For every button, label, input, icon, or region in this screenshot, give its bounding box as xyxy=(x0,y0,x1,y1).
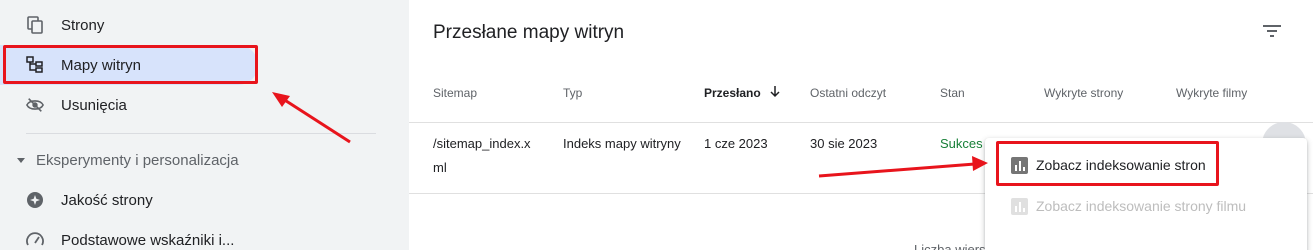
sidebar-section-experiments[interactable]: Eksperymenty i personalizacja xyxy=(0,144,400,176)
gauge-icon xyxy=(26,231,44,249)
column-header-label: Przesłano xyxy=(704,86,761,100)
sidebar-item-core-web-vitals[interactable]: Podstawowe wskaźniki i... xyxy=(0,220,400,250)
sidebar-item-strony[interactable]: Strony xyxy=(0,5,400,45)
filter-icon[interactable] xyxy=(1262,22,1282,40)
column-header-discovered-videos[interactable]: Wykryte filmy xyxy=(1176,86,1247,100)
column-header-discovered-pages[interactable]: Wykryte strony xyxy=(1044,86,1123,100)
cell-last-read: 30 sie 2023 xyxy=(810,136,878,151)
cell-submitted: 1 cze 2023 xyxy=(704,136,768,151)
chevron-down-icon xyxy=(17,157,25,163)
sidebar-section-label: Eksperymenty i personalizacja xyxy=(36,151,239,169)
column-header-status[interactable]: Stan xyxy=(940,86,965,100)
rows-per-page-label: Liczba wiersz xyxy=(914,242,993,250)
sidebar: Strony Mapy witryn Usunięcia Eksperyment… xyxy=(0,0,400,250)
column-header-submitted[interactable]: Przesłano xyxy=(704,86,780,101)
arrow-down-icon xyxy=(770,86,780,101)
cell-status: Sukces xyxy=(940,136,983,151)
sidebar-divider xyxy=(26,133,376,134)
menu-item-view-video-indexing[interactable]: Zobacz indeksowanie strony filmu xyxy=(985,186,1307,226)
menu-item-label: Zobacz indeksowanie strony filmu xyxy=(1036,198,1247,214)
column-header-sitemap[interactable]: Sitemap xyxy=(433,86,477,100)
sidebar-item-label: Jakość strony xyxy=(61,191,153,209)
cell-type: Indeks mapy witryny xyxy=(563,136,681,151)
bar-chart-icon xyxy=(1011,197,1028,215)
sidebar-item-jakosc-strony[interactable]: Jakość strony xyxy=(0,180,400,220)
eye-off-icon xyxy=(26,96,44,114)
sidebar-item-label: Strony xyxy=(61,16,105,34)
column-header-last-read[interactable]: Ostatni odczyt xyxy=(810,86,886,100)
page-quality-icon xyxy=(26,191,44,209)
sidebar-item-usuniecia[interactable]: Usunięcia xyxy=(0,85,400,125)
highlight-box-sidebar xyxy=(3,45,258,84)
table-divider xyxy=(409,122,1313,123)
sidebar-item-label: Podstawowe wskaźniki i... xyxy=(61,231,235,249)
pages-icon xyxy=(26,16,44,34)
highlight-box-menu xyxy=(996,141,1219,186)
cell-sitemap: /sitemap_index.x ml xyxy=(433,136,531,175)
column-header-type[interactable]: Typ xyxy=(563,86,582,100)
page-title: Przesłane mapy witryn xyxy=(433,22,625,43)
sidebar-item-label: Usunięcia xyxy=(61,96,127,114)
